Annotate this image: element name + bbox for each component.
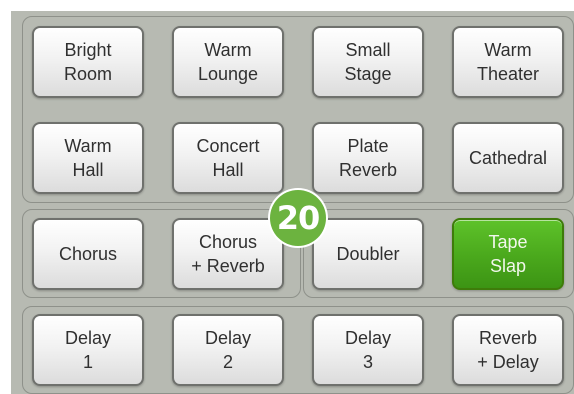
- preset-label: Delay 2: [204, 328, 252, 372]
- preset-delay-2-button[interactable]: Delay 2: [172, 314, 284, 386]
- preset-label: Small Stage: [344, 40, 392, 84]
- preset-warm-theater-button[interactable]: Warm Theater: [452, 26, 564, 98]
- preset-label: Reverb + Delay: [477, 328, 539, 372]
- preset-bright-room-button[interactable]: Bright Room: [32, 26, 144, 98]
- preset-label: Warm Lounge: [197, 40, 259, 84]
- preset-delay-3-button[interactable]: Delay 3: [312, 314, 424, 386]
- preset-chorus-reverb-button[interactable]: Chorus + Reverb: [172, 218, 284, 290]
- preset-label: Tape Slap: [488, 232, 528, 276]
- preset-cathedral-button[interactable]: Cathedral: [452, 122, 564, 194]
- preset-delay-1-button[interactable]: Delay 1: [32, 314, 144, 386]
- preset-label: Warm Theater: [476, 40, 540, 84]
- preset-reverb-delay-button[interactable]: Reverb + Delay: [452, 314, 564, 386]
- preset-label: Doubler: [336, 244, 400, 264]
- preset-warm-hall-button[interactable]: Warm Hall: [32, 122, 144, 194]
- preset-label: Warm Hall: [64, 136, 112, 180]
- preset-label: Bright Room: [63, 40, 112, 84]
- preset-label: Plate Reverb: [338, 136, 398, 180]
- preset-warm-lounge-button[interactable]: Warm Lounge: [172, 26, 284, 98]
- preset-label: Chorus: [58, 244, 118, 264]
- preset-plate-reverb-button[interactable]: Plate Reverb: [312, 122, 424, 194]
- preset-tape-slap-button[interactable]: Tape Slap: [452, 218, 564, 290]
- preset-label: Cathedral: [468, 148, 548, 168]
- preset-doubler-button[interactable]: Doubler: [312, 218, 424, 290]
- preset-label: Concert Hall: [196, 136, 260, 180]
- preset-label: Chorus + Reverb: [191, 232, 265, 276]
- preset-label: Delay 3: [344, 328, 392, 372]
- number-badge: 20: [270, 190, 326, 246]
- preset-label: Delay 1: [64, 328, 112, 372]
- preset-concert-hall-button[interactable]: Concert Hall: [172, 122, 284, 194]
- preset-small-stage-button[interactable]: Small Stage: [312, 26, 424, 98]
- preset-chorus-button[interactable]: Chorus: [32, 218, 144, 290]
